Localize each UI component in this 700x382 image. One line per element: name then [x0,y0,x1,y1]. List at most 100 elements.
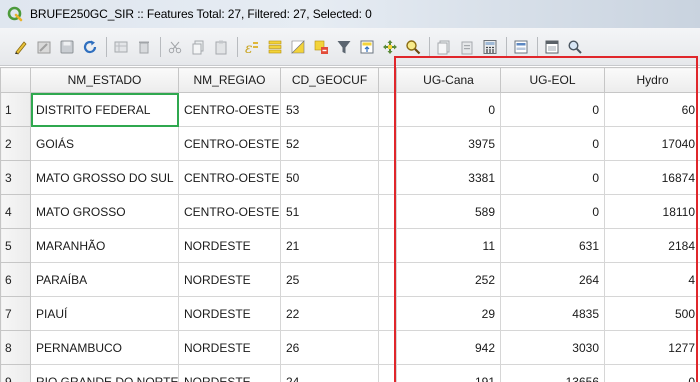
expression-select-icon[interactable]: ε [243,38,261,56]
cell-hidden[interactable] [378,228,397,263]
table-row[interactable]: 5 MARANHÃO NORDESTE 21 11 631 2184 [0,228,700,263]
cell-ug-eol[interactable]: 13656 [500,364,605,382]
cell-nm-estado[interactable]: DISTRITO FEDERAL [30,92,179,127]
cell-ug-cana[interactable]: 11 [396,228,501,263]
cell-nm-estado[interactable]: MATO GROSSO DO SUL [30,160,179,195]
cell-ug-eol[interactable]: 0 [500,160,605,195]
cell-nm-estado[interactable]: GOIÁS [30,126,179,161]
column-header-ug-cana[interactable]: UG-Cana [396,67,501,93]
cut-icon[interactable] [166,38,184,56]
cell-ug-cana[interactable]: 589 [396,194,501,229]
cell-hidden[interactable] [378,92,397,127]
cell-ug-eol[interactable]: 4835 [500,296,605,331]
actions-icon[interactable] [566,38,584,56]
cell-nm-regiao[interactable]: NORDESTE [178,262,281,297]
row-number[interactable]: 5 [0,228,31,263]
cell-nm-estado[interactable]: MARANHÃO [30,228,179,263]
cell-cd-geocuf[interactable]: 52 [280,126,379,161]
column-header-nm-estado[interactable]: NM_ESTADO [30,67,179,93]
cell-nm-estado[interactable]: PERNAMBUCO [30,330,179,365]
cell-nm-regiao[interactable]: CENTRO-OESTE [178,194,281,229]
cell-ug-cana[interactable]: 3975 [396,126,501,161]
table-row[interactable]: 2 GOIÁS CENTRO-OESTE 52 3975 0 17040 [0,126,700,161]
cell-ug-eol[interactable]: 0 [500,194,605,229]
cell-hydro[interactable]: 18110 [604,194,700,229]
copy-icon[interactable] [189,38,207,56]
cell-ug-cana[interactable]: 252 [396,262,501,297]
paste-rows-icon[interactable] [458,38,476,56]
move-selection-top-icon[interactable] [358,38,376,56]
cell-nm-estado[interactable]: PARAÍBA [30,262,179,297]
cell-hidden[interactable] [378,262,397,297]
field-calculator-icon[interactable] [481,38,499,56]
cell-ug-cana[interactable]: 3381 [396,160,501,195]
cell-cd-geocuf[interactable]: 25 [280,262,379,297]
cell-cd-geocuf[interactable]: 50 [280,160,379,195]
table-row[interactable]: 4 MATO GROSSO CENTRO-OESTE 51 589 0 1811… [0,194,700,229]
column-header-cd-geocuf[interactable]: CD_GEOCUF [280,67,379,93]
cell-nm-estado[interactable]: PIAUÍ [30,296,179,331]
pan-to-selection-icon[interactable] [381,38,399,56]
cell-cd-geocuf[interactable]: 22 [280,296,379,331]
toggle-editing-icon[interactable] [12,38,30,56]
table-row[interactable]: 3 MATO GROSSO DO SUL CENTRO-OESTE 50 338… [0,160,700,195]
table-row[interactable]: 7 PIAUÍ NORDESTE 22 29 4835 500 [0,296,700,331]
paste-icon[interactable] [212,38,230,56]
column-header-nm-regiao[interactable]: NM_REGIAO [178,67,281,93]
cell-nm-regiao[interactable]: NORDESTE [178,296,281,331]
table-row[interactable]: 6 PARAÍBA NORDESTE 25 252 264 4 [0,262,700,297]
cell-cd-geocuf[interactable]: 24 [280,364,379,382]
cell-cd-geocuf[interactable]: 21 [280,228,379,263]
cell-hidden[interactable] [378,330,397,365]
reload-table-icon[interactable] [81,38,99,56]
column-header-hidden[interactable] [378,67,397,93]
column-header-ug-eol[interactable]: UG-EOL [500,67,605,93]
cell-nm-regiao[interactable]: CENTRO-OESTE [178,92,281,127]
row-number[interactable]: 6 [0,262,31,297]
row-number[interactable]: 3 [0,160,31,195]
cell-hydro[interactable]: 1277 [604,330,700,365]
dock-table-icon[interactable] [543,38,561,56]
select-all-icon[interactable] [266,38,284,56]
cell-cd-geocuf[interactable]: 53 [280,92,379,127]
table-row[interactable]: 8 PERNAMBUCO NORDESTE 26 942 3030 1277 [0,330,700,365]
row-number[interactable]: 9 [0,364,31,382]
cell-ug-eol[interactable]: 264 [500,262,605,297]
cell-nm-regiao[interactable]: CENTRO-OESTE [178,126,281,161]
cell-hydro[interactable]: 16874 [604,160,700,195]
save-edits-icon[interactable] [58,38,76,56]
cell-ug-cana[interactable]: 942 [396,330,501,365]
cell-nm-regiao[interactable]: NORDESTE [178,228,281,263]
filter-icon[interactable] [335,38,353,56]
cell-hidden[interactable] [378,194,397,229]
cell-ug-eol[interactable]: 3030 [500,330,605,365]
cell-ug-eol[interactable]: 631 [500,228,605,263]
cell-hidden[interactable] [378,364,397,382]
cell-nm-regiao[interactable]: CENTRO-OESTE [178,160,281,195]
cell-hydro[interactable]: 0 [604,364,700,382]
row-number[interactable]: 1 [0,92,31,127]
cell-hydro[interactable]: 4 [604,262,700,297]
cell-hydro[interactable]: 500 [604,296,700,331]
row-number[interactable]: 8 [0,330,31,365]
cell-cd-geocuf[interactable]: 51 [280,194,379,229]
table-row[interactable]: 1 DISTRITO FEDERAL CENTRO-OESTE 53 0 0 6… [0,92,700,127]
cell-ug-cana[interactable]: 0 [396,92,501,127]
column-header-hydro[interactable]: Hydro [604,67,700,93]
cell-hydro[interactable]: 2184 [604,228,700,263]
invert-selection-icon[interactable] [289,38,307,56]
cell-hidden[interactable] [378,160,397,195]
cell-nm-estado[interactable]: RIO GRANDE DO NORTE [30,364,179,382]
cell-ug-cana[interactable]: 191 [396,364,501,382]
add-feature-icon[interactable] [112,38,130,56]
row-number[interactable]: 4 [0,194,31,229]
corner-header[interactable] [0,67,31,93]
cell-nm-estado[interactable]: MATO GROSSO [30,194,179,229]
toggle-multi-edit-icon[interactable] [35,38,53,56]
conditional-formatting-icon[interactable] [512,38,530,56]
row-number[interactable]: 2 [0,126,31,161]
copy-rows-icon[interactable] [435,38,453,56]
row-number[interactable]: 7 [0,296,31,331]
cell-ug-cana[interactable]: 29 [396,296,501,331]
cell-nm-regiao[interactable]: NORDESTE [178,330,281,365]
